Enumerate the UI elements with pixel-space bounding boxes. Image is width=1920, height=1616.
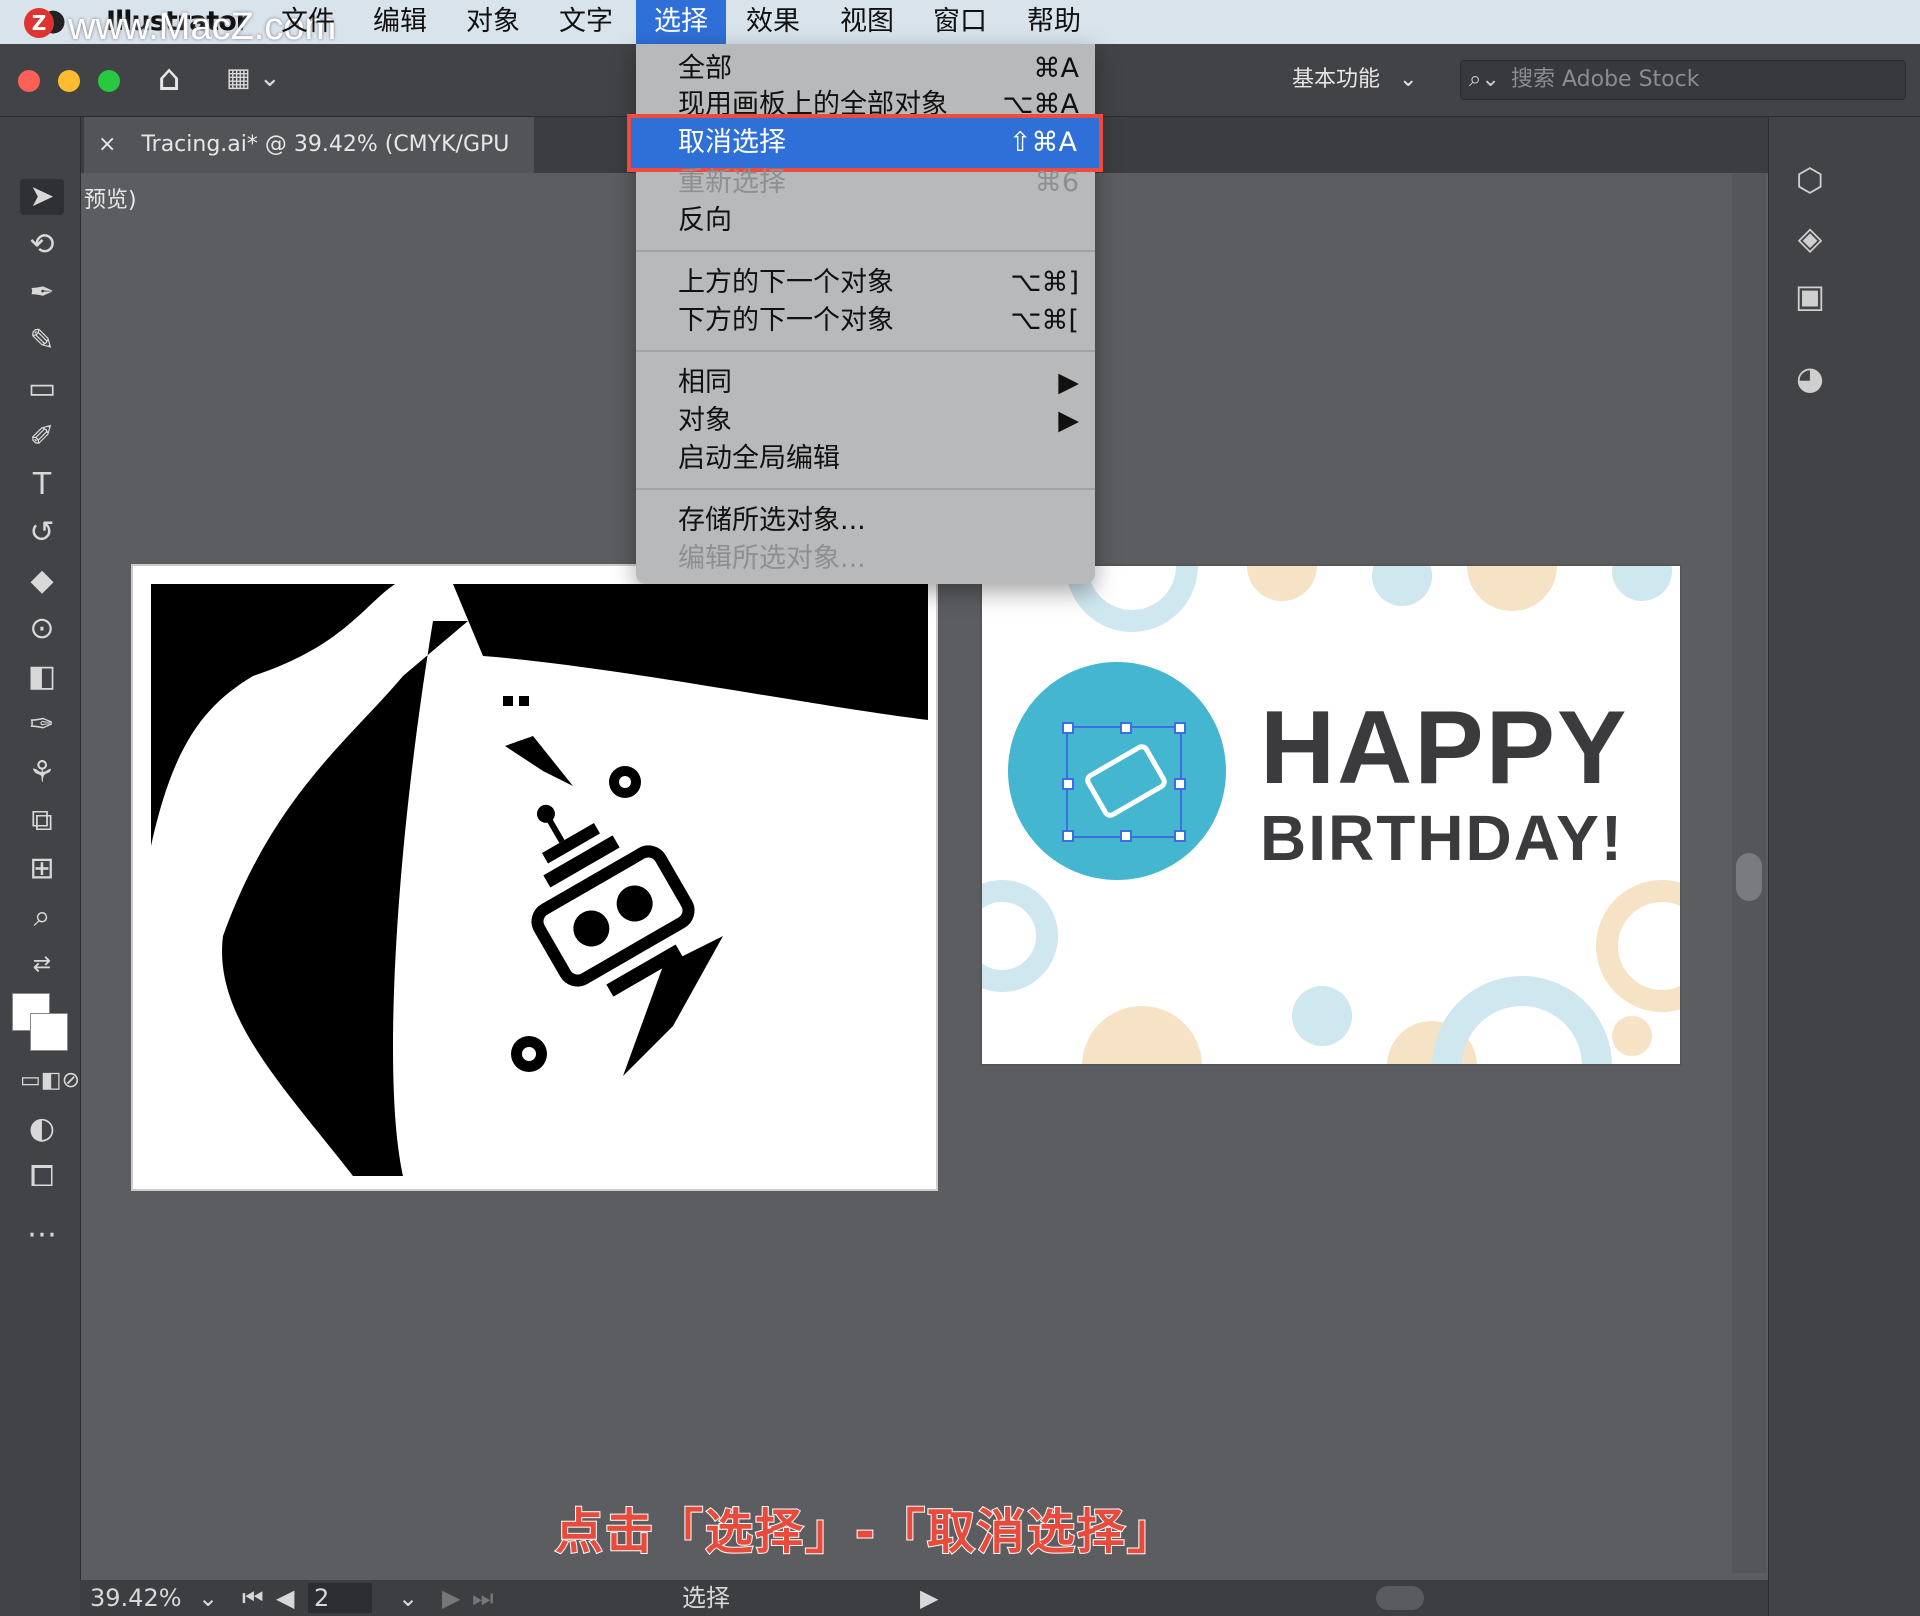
gradient-tool-icon[interactable]: ◧: [20, 659, 64, 695]
selection-handle[interactable]: [1062, 778, 1074, 790]
selection-handle[interactable]: [1062, 830, 1074, 842]
stock-search-field[interactable]: ⌕⌄ 搜索 Adobe Stock: [1460, 60, 1906, 100]
deselect-label: 取消选择: [678, 127, 786, 158]
robot-icon: [1082, 741, 1170, 821]
layers-panel-icon[interactable]: ◈: [1790, 218, 1830, 258]
current-tool-label: 选择: [682, 1584, 730, 1612]
search-placeholder: 搜索 Adobe Stock: [1511, 67, 1700, 92]
z-logo-icon: Z: [24, 8, 54, 38]
menu-view[interactable]: 视图: [840, 0, 894, 44]
status-bar: 39.42% ⌄ ⏮ ◀ 2 ⌄ ▶ ⏭ 选择 ▶: [80, 1580, 1768, 1616]
menu-help[interactable]: 帮助: [1027, 0, 1081, 44]
tutorial-caption: 点击「选择」-「取消选择」: [554, 1503, 1177, 1561]
document-title: Tracing.ai* @ 39.42% (CMYK/GPU 预览): [84, 132, 510, 213]
right-panel-dock: [1768, 117, 1920, 1616]
rotate-tool-icon[interactable]: ↺: [20, 515, 64, 551]
deselect-shortcut: ⇧⌘A: [1008, 127, 1077, 158]
horizontal-scroll-thumb[interactable]: [1376, 1586, 1424, 1610]
menu-type[interactable]: 文字: [559, 0, 613, 44]
minimize-window-button[interactable]: [58, 70, 80, 92]
selection-tool-icon[interactable]: ➤: [20, 179, 64, 215]
menu-select[interactable]: 选择: [636, 0, 726, 44]
artboard-number: 2: [314, 1584, 330, 1612]
shortcut-select-all: ⌘A: [1033, 53, 1079, 84]
puppet-warp-tool-icon[interactable]: ⚘: [20, 755, 64, 791]
menu-effect[interactable]: 效果: [746, 0, 800, 44]
traced-robot-graphic: [151, 584, 928, 1176]
direct-selection-tool-icon[interactable]: ⟲: [20, 227, 64, 263]
artboard-dropdown-icon[interactable]: ⌄: [398, 1580, 418, 1616]
artboard-traced-image[interactable]: [131, 564, 938, 1191]
selection-handle[interactable]: [1174, 830, 1186, 842]
selection-handle[interactable]: [1062, 722, 1074, 734]
artboard-number-field[interactable]: 2: [308, 1583, 372, 1613]
selection-handle[interactable]: [1120, 830, 1132, 842]
type-tool-icon[interactable]: T: [20, 467, 64, 503]
menu-bar: ● Z Illustrator www.MacZ.com 文件 编辑 对象 文字…: [0, 0, 1920, 48]
eraser-tool-icon[interactable]: ◆: [20, 563, 64, 599]
next-artboard-icon[interactable]: ▶: [442, 1580, 460, 1616]
status-menu-arrow-icon[interactable]: ▶: [920, 1580, 938, 1616]
menu-window[interactable]: 窗口: [933, 0, 987, 44]
card-title-birthday: BIRTHDAY!: [1260, 802, 1625, 874]
last-artboard-icon[interactable]: ⏭: [472, 1580, 494, 1616]
horizontal-scrollbar[interactable]: [960, 1586, 1720, 1610]
chevron-down-icon: ⌄: [1399, 67, 1418, 92]
home-icon[interactable]: ⌂: [148, 58, 190, 100]
vertical-scrollbar[interactable]: [1732, 173, 1766, 1573]
artboard-birthday-card[interactable]: HAPPY BIRTHDAY!: [980, 564, 1682, 1066]
curvature-tool-icon[interactable]: ✎: [20, 323, 64, 359]
previous-artboard-icon[interactable]: ◀: [276, 1580, 294, 1616]
eyedropper-tool-icon[interactable]: ✑: [20, 707, 64, 743]
rectangle-tool-icon[interactable]: ▭: [20, 371, 64, 407]
zoom-level: 39.42%: [90, 1584, 182, 1612]
selection-handle[interactable]: [1174, 778, 1186, 790]
close-tab-icon[interactable]: ×: [98, 132, 116, 157]
workspace-label: 基本功能: [1292, 67, 1381, 92]
color-mode-icon[interactable]: ▭◧⊘: [20, 1063, 80, 1099]
zoom-level-field[interactable]: 39.42%: [90, 1580, 200, 1616]
robot-selection-box[interactable]: [1062, 722, 1186, 842]
first-artboard-icon[interactable]: ⏮: [242, 1580, 264, 1616]
zoom-dropdown-icon[interactable]: ⌄: [198, 1580, 218, 1616]
swap-colors-icon[interactable]: ⇄: [20, 947, 64, 983]
zoom-window-button[interactable]: [98, 70, 120, 92]
card-title-happy: HAPPY: [1260, 690, 1629, 806]
screen-mode-icon[interactable]: ⧠: [20, 1159, 64, 1195]
layout-switcher-icon[interactable]: ▦ ⌄: [226, 62, 298, 94]
image-trace-panel-icon[interactable]: ◕: [1790, 358, 1830, 398]
pen-tool-icon[interactable]: ✒: [20, 275, 64, 311]
scroll-thumb[interactable]: [1736, 853, 1762, 901]
workspace-switcher[interactable]: 基本功能 ⌄: [1292, 62, 1422, 98]
paintbrush-tool-icon[interactable]: ✐: [20, 419, 64, 455]
selection-handle[interactable]: [1120, 722, 1132, 734]
shape-builder-tool-icon[interactable]: ⧉: [20, 803, 64, 839]
more-tools-icon[interactable]: ⋯: [20, 1217, 64, 1253]
artboard-tool-icon[interactable]: ⊞: [20, 851, 64, 887]
properties-panel-icon[interactable]: ⬡: [1790, 160, 1830, 200]
menu-object[interactable]: 对象: [466, 0, 520, 44]
menu-edit[interactable]: 编辑: [373, 0, 427, 44]
document-tab[interactable]: × Tracing.ai* @ 39.42% (CMYK/GPU 预览): [84, 117, 534, 213]
libraries-panel-icon[interactable]: ▣: [1790, 276, 1830, 316]
search-icon: ⌕⌄: [1469, 67, 1500, 92]
menu-item-select-all[interactable]: 全部: [678, 50, 732, 88]
menu-item-deselect[interactable]: 取消选择 ⇧⌘A: [627, 114, 1103, 172]
zoom-tool-icon[interactable]: ⌕: [20, 899, 64, 935]
selection-handle[interactable]: [1174, 722, 1186, 734]
tools-panel: ➤ ⟲ ✒ ✎ ▭ ✐ T ↺ ◆ ⊙ ◧ ✑ ⚘ ⧉ ⊞ ⌕ ⇄ ▭◧⊘ ◐ …: [0, 117, 81, 1616]
close-window-button[interactable]: [18, 70, 40, 92]
menu-file[interactable]: 文件: [281, 0, 335, 44]
stroke-swatch[interactable]: [30, 1013, 68, 1051]
draw-mode-icon[interactable]: ◐: [20, 1111, 64, 1147]
lasso-tool-icon[interactable]: ⊙: [20, 611, 64, 647]
